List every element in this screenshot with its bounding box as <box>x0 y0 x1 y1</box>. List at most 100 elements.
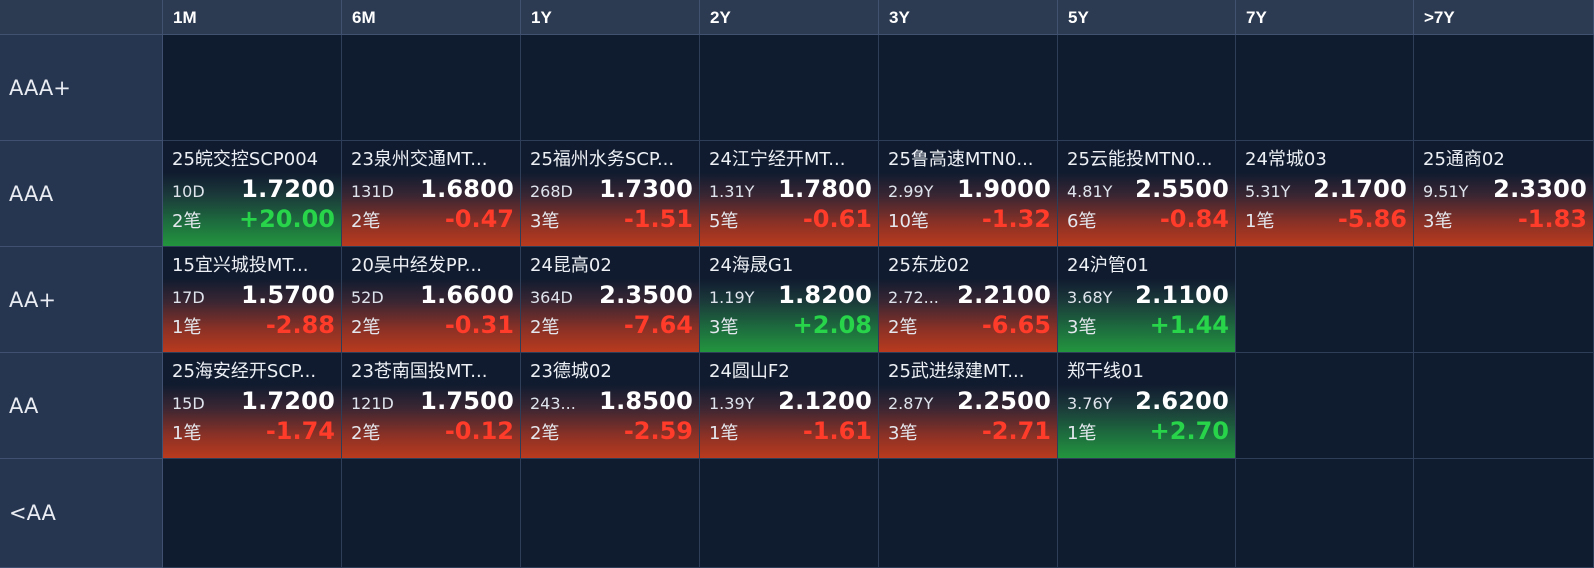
yield-change: -0.31 <box>444 311 514 339</box>
column-header-7[interactable]: 7Y <box>1236 0 1414 35</box>
bond-term: 1.39Y <box>709 394 755 413</box>
bond-card[interactable]: 23苍南国投MT... 121D 1.7500 2笔 -0.12 <box>342 353 520 458</box>
bond-card[interactable]: 25海安经开SCP... 15D 1.7200 1笔 -1.74 <box>163 353 341 458</box>
bond-card[interactable]: 25福州水务SCP... 268D 1.7300 3笔 -1.51 <box>521 141 699 246</box>
bond-card[interactable]: 25武进绿建MT... 2.87Y 2.2500 3笔 -2.71 <box>879 353 1057 458</box>
bond-count-change-row: 5笔 -0.61 <box>709 205 872 233</box>
bond-yield: 1.5700 <box>241 281 335 309</box>
column-header-2[interactable]: 6M <box>342 0 521 35</box>
bond-term: 15D <box>172 394 205 413</box>
row-label-rating: AA+ <box>0 247 163 353</box>
trade-count: 2笔 <box>530 317 560 338</box>
bond-count-change-row: 1笔 -5.86 <box>1245 205 1407 233</box>
grid-cell <box>1414 353 1594 459</box>
bond-name: 24昆高02 <box>530 255 612 276</box>
bond-term-rate-row: 2.72... 2.2100 <box>888 281 1051 311</box>
bond-card[interactable]: 15宜兴城投MT... 17D 1.5700 1笔 -2.88 <box>163 247 341 352</box>
bond-name: 24海晟G1 <box>709 255 794 276</box>
trade-count: 3笔 <box>888 423 918 444</box>
trade-count: 1笔 <box>1245 211 1275 232</box>
bond-term: 364D <box>530 288 573 307</box>
grid-cell: 24常城03 5.31Y 2.1700 1笔 -5.86 <box>1236 141 1414 247</box>
bond-term-rate-row: 2.87Y 2.2500 <box>888 387 1051 417</box>
row-label-rating: AAA+ <box>0 35 163 141</box>
grid-cell: 24昆高02 364D 2.3500 2笔 -7.64 <box>521 247 700 353</box>
bond-card[interactable]: 25鲁高速MTN0... 2.99Y 1.9000 10笔 -1.32 <box>879 141 1057 246</box>
bond-name: 15宜兴城投MT... <box>172 255 309 276</box>
bond-yield: 2.5500 <box>1135 175 1229 203</box>
column-header-1[interactable]: 1M <box>163 0 342 35</box>
bond-card[interactable]: 23德城02 243... 1.8500 2笔 -2.59 <box>521 353 699 458</box>
yield-change: +2.70 <box>1149 417 1229 445</box>
grid-cell: 25云能投MTN0... 4.81Y 2.5500 6笔 -0.84 <box>1058 141 1236 247</box>
grid-cell <box>700 459 879 568</box>
grid-cell <box>1414 35 1594 141</box>
bond-card[interactable]: 20吴中经发PP... 52D 1.6600 2笔 -0.31 <box>342 247 520 352</box>
bond-count-change-row: 2笔 -7.64 <box>530 311 693 339</box>
trade-count: 2笔 <box>888 317 918 338</box>
header-corner <box>0 0 163 35</box>
bond-yield: 2.1200 <box>778 387 872 415</box>
trade-count: 1笔 <box>172 423 202 444</box>
grid-cell <box>1236 35 1414 141</box>
column-header-4[interactable]: 2Y <box>700 0 879 35</box>
trade-count: 3笔 <box>530 211 560 232</box>
bond-card[interactable]: 24常城03 5.31Y 2.1700 1笔 -5.86 <box>1236 141 1413 246</box>
bond-card[interactable]: 24江宁经开MT... 1.31Y 1.7800 5笔 -0.61 <box>700 141 878 246</box>
column-header-3[interactable]: 1Y <box>521 0 700 35</box>
grid-cell <box>1058 459 1236 568</box>
bond-count-change-row: 10笔 -1.32 <box>888 205 1051 233</box>
trade-count: 2笔 <box>351 423 381 444</box>
yield-change: -0.47 <box>444 205 514 233</box>
grid-cell: 15宜兴城投MT... 17D 1.5700 1笔 -2.88 <box>163 247 342 353</box>
grid-cell <box>1236 247 1414 353</box>
trade-count: 1笔 <box>709 423 739 444</box>
grid-cell <box>1058 35 1236 141</box>
bond-card[interactable]: 24沪管01 3.68Y 2.1100 3笔 +1.44 <box>1058 247 1235 352</box>
bond-card[interactable]: 25通商02 9.51Y 2.3300 3笔 -1.83 <box>1414 141 1593 246</box>
bond-name: 25云能投MTN0... <box>1067 149 1213 170</box>
bond-card[interactable]: 郑干线01 3.76Y 2.6200 1笔 +2.70 <box>1058 353 1235 458</box>
bond-yield: 2.3300 <box>1493 175 1587 203</box>
bond-card[interactable]: 25云能投MTN0... 4.81Y 2.5500 6笔 -0.84 <box>1058 141 1235 246</box>
yield-change: +2.08 <box>792 311 872 339</box>
bond-card[interactable]: 23泉州交通MT... 131D 1.6800 2笔 -0.47 <box>342 141 520 246</box>
bond-card[interactable]: 24海晟G1 1.19Y 1.8200 3笔 +2.08 <box>700 247 878 352</box>
bond-card[interactable]: 24昆高02 364D 2.3500 2笔 -7.64 <box>521 247 699 352</box>
grid-cell <box>879 459 1058 568</box>
bond-count-change-row: 2笔 -6.65 <box>888 311 1051 339</box>
column-header-6[interactable]: 5Y <box>1058 0 1236 35</box>
bond-term-rate-row: 268D 1.7300 <box>530 175 693 205</box>
bond-count-change-row: 3笔 -1.51 <box>530 205 693 233</box>
bond-card[interactable]: 24圆山F2 1.39Y 2.1200 1笔 -1.61 <box>700 353 878 458</box>
bond-term: 2.87Y <box>888 394 934 413</box>
bond-term-rate-row: 52D 1.6600 <box>351 281 514 311</box>
bond-count-change-row: 2笔 -0.47 <box>351 205 514 233</box>
trade-count: 3笔 <box>1423 211 1453 232</box>
bond-card[interactable]: 25皖交控SCP004 10D 1.7200 2笔 +20.00 <box>163 141 341 246</box>
bond-term: 243... <box>530 394 576 413</box>
yield-change: -1.74 <box>265 417 335 445</box>
bond-card[interactable]: 25东龙02 2.72... 2.2100 2笔 -6.65 <box>879 247 1057 352</box>
bond-count-change-row: 2笔 -2.59 <box>530 417 693 445</box>
bond-term-rate-row: 131D 1.6800 <box>351 175 514 205</box>
trade-count: 10笔 <box>888 211 929 232</box>
bond-term-rate-row: 1.19Y 1.8200 <box>709 281 872 311</box>
trade-count: 5笔 <box>709 211 739 232</box>
bond-yield: 2.3500 <box>599 281 693 309</box>
bond-count-change-row: 2笔 -0.12 <box>351 417 514 445</box>
bond-name: 23泉州交通MT... <box>351 149 488 170</box>
bond-yield: 2.2500 <box>957 387 1051 415</box>
bond-name: 25海安经开SCP... <box>172 361 317 382</box>
bond-yield: 1.7800 <box>778 175 872 203</box>
trade-count: 2笔 <box>351 317 381 338</box>
bond-name: 24圆山F2 <box>709 361 790 382</box>
bond-term: 9.51Y <box>1423 182 1469 201</box>
bond-name: 25东龙02 <box>888 255 970 276</box>
bond-count-change-row: 1笔 -2.88 <box>172 311 335 339</box>
column-header-8[interactable]: >7Y <box>1414 0 1594 35</box>
bond-term: 268D <box>530 182 573 201</box>
row-label-rating: AA <box>0 353 163 459</box>
column-header-5[interactable]: 3Y <box>879 0 1058 35</box>
grid-cell: 25东龙02 2.72... 2.2100 2笔 -6.65 <box>879 247 1058 353</box>
